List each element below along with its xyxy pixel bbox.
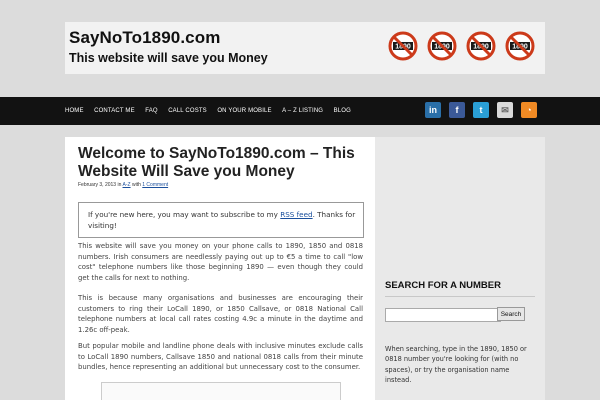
post-meta: February 3, 2013 in A-Z with 1 Comment xyxy=(78,182,168,188)
post-category-link[interactable]: A-Z xyxy=(123,182,131,188)
twitter-icon[interactable]: t xyxy=(473,102,489,118)
nav-item-blog[interactable]: BLOG xyxy=(331,108,354,114)
nav-item-contact-me[interactable]: CONTACT ME xyxy=(91,108,138,114)
linkedin-icon[interactable]: in xyxy=(425,102,441,118)
post-with-text: with xyxy=(131,182,141,188)
embedded-box xyxy=(101,382,341,400)
nav-item-faq[interactable]: FAQ xyxy=(142,108,160,114)
search-input[interactable] xyxy=(385,308,501,322)
search-button[interactable]: Search xyxy=(497,307,525,321)
no-1890-logo: 1890 xyxy=(505,31,535,61)
post-in-text: in xyxy=(117,182,122,188)
no-1890-logo: 1890 xyxy=(427,31,457,61)
nav-item-call-costs[interactable]: CALL COSTS xyxy=(165,108,210,114)
post-comments-link[interactable]: 1 Comment xyxy=(142,182,168,188)
site-header-banner: SayNoTo1890.com This website will save y… xyxy=(65,22,545,74)
search-help-text: When searching, type in the 1890, 1850 o… xyxy=(385,345,527,384)
post-paragraph: This website will save you money on your… xyxy=(78,242,363,282)
no-1890-logo: 1890 xyxy=(466,31,496,61)
widget-divider xyxy=(385,296,535,297)
main-navigation-bar: HOME CONTACT ME FAQ CALL COSTS ON YOUR M… xyxy=(0,97,600,125)
rss-icon[interactable]: ◔ xyxy=(521,102,537,118)
nav-item-a-z-listing[interactable]: A – Z LISTING xyxy=(279,108,326,114)
search-widget-title: SEARCH FOR A NUMBER xyxy=(385,280,501,291)
social-links: in f t ✉ ◔ xyxy=(425,102,537,118)
no-1890-logo: 1890 xyxy=(388,31,418,61)
notice-text: If you're new here, you may want to subs… xyxy=(88,209,356,231)
site-tagline: This website will save you Money xyxy=(69,51,268,65)
rss-feed-link[interactable]: RSS feed xyxy=(280,210,312,219)
nav-menu: HOME CONTACT ME FAQ CALL COSTS ON YOUR M… xyxy=(62,97,358,125)
no-1890-logos: 1890 1890 1890 1890 xyxy=(388,31,535,61)
site-title[interactable]: SayNoTo1890.com xyxy=(69,28,220,48)
post-paragraph: This is because many organisations and b… xyxy=(78,294,363,334)
sidebar: SEARCH FOR A NUMBER Search When searchin… xyxy=(375,137,545,400)
post-content-area: Welcome to SayNoTo1890.com – This Websit… xyxy=(65,137,375,400)
post-paragraph: But popular mobile and landline phone de… xyxy=(78,342,363,372)
post-date: February 3, 2013 xyxy=(78,182,117,188)
post-title[interactable]: Welcome to SayNoTo1890.com – This Websit… xyxy=(78,145,368,181)
notice-pre-text: If you're new here, you may want to subs… xyxy=(88,210,278,219)
subscribe-notice: If you're new here, you may want to subs… xyxy=(78,202,364,238)
nav-item-home[interactable]: HOME xyxy=(62,108,87,114)
nav-item-on-your-mobile[interactable]: ON YOUR MOBILE xyxy=(214,108,274,114)
email-icon[interactable]: ✉ xyxy=(497,102,513,118)
facebook-icon[interactable]: f xyxy=(449,102,465,118)
